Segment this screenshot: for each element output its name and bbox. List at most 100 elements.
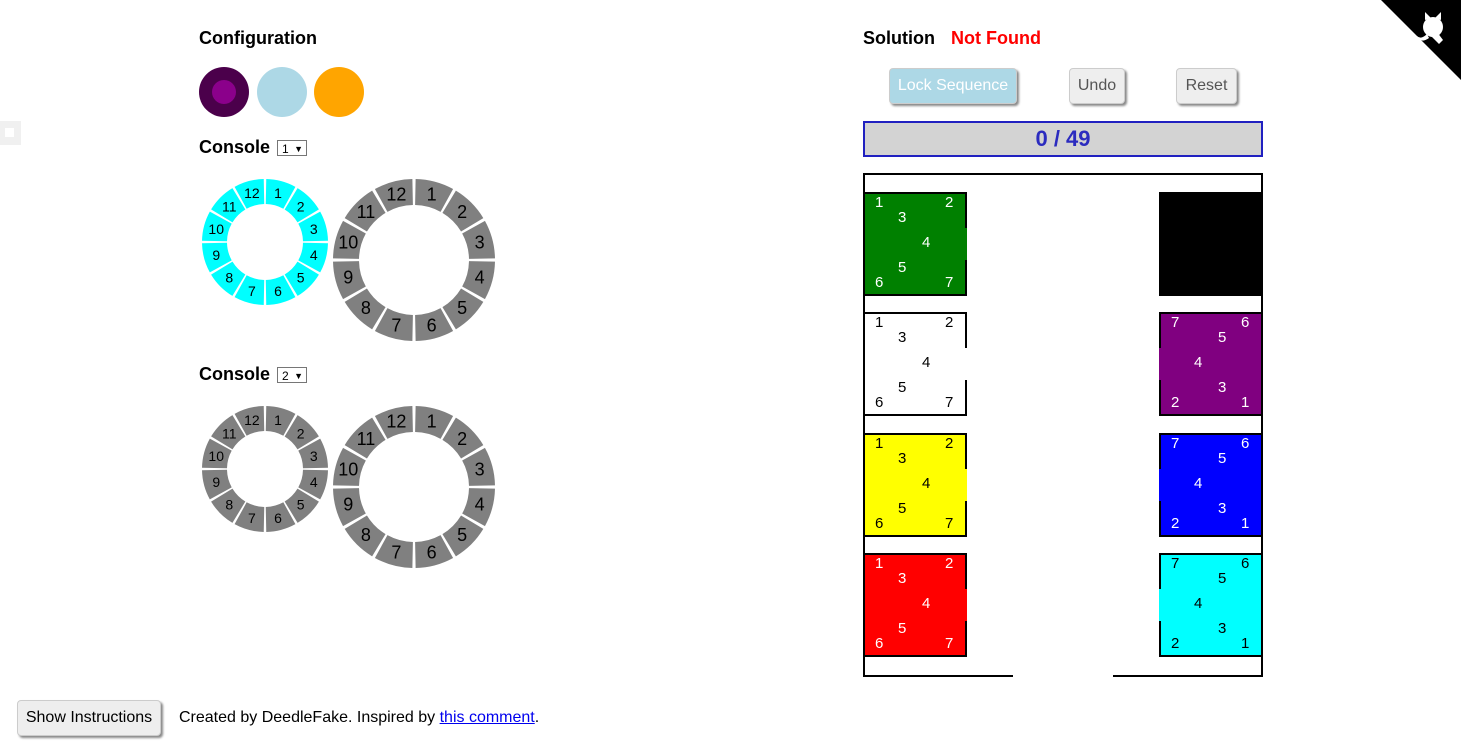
reset-button[interactable]: Reset xyxy=(1176,68,1237,104)
credit-text: Created by DeedleFake. Inspired by this … xyxy=(179,709,539,727)
undo-button[interactable]: Undo xyxy=(1069,68,1125,104)
pin-number: 6 xyxy=(875,394,884,411)
cell-door xyxy=(1159,348,1161,380)
pin-number: 3 xyxy=(898,329,907,346)
console-1-large-ring-label-2: 2 xyxy=(457,202,467,222)
pin-number: 5 xyxy=(1218,329,1227,346)
console-2-select[interactable]: 2 ▼ xyxy=(277,367,307,383)
pin-number: 2 xyxy=(945,314,954,331)
console-2-small-ring-label-6: 6 xyxy=(274,510,282,526)
pin-number: 7 xyxy=(945,394,954,411)
credit-label: Created by DeedleFake. Inspired by xyxy=(179,709,440,726)
console-1-small-ring-label-5: 5 xyxy=(297,270,305,286)
console-2-large-ring-label-7: 7 xyxy=(391,543,401,563)
pin-number: 2 xyxy=(945,555,954,572)
left-cell-3[interactable]: 1 2 3456 7 xyxy=(863,433,967,537)
swatch-lightblue[interactable] xyxy=(257,67,307,117)
pin-number: 3 xyxy=(898,209,907,226)
pin-number: 4 xyxy=(922,234,931,251)
console-2-rings: 123456789101112 123456789101112 xyxy=(202,406,495,568)
console-1-large-ring-label-12: 12 xyxy=(386,184,406,204)
pin-number: 7 xyxy=(1171,435,1180,452)
pin-number: 4 xyxy=(922,354,931,371)
console-1-small-ring-label-6: 6 xyxy=(274,283,282,299)
left-cell-2[interactable]: 1 2 3456 7 xyxy=(863,312,967,416)
pin-number: 2 xyxy=(945,194,954,211)
cell-door xyxy=(965,469,967,501)
console-1-select[interactable]: 1 ▼ xyxy=(277,140,307,156)
console-2-large-ring-label-11: 11 xyxy=(357,429,376,449)
pin-number: 1 xyxy=(875,314,884,331)
pin-number: 6 xyxy=(1241,314,1250,331)
console-1-large-ring-label-1: 1 xyxy=(427,184,437,204)
console-1-small-ring-label-2: 2 xyxy=(297,198,305,214)
swatch-purple[interactable] xyxy=(199,67,249,117)
console-1-large-ring-label-4: 4 xyxy=(475,268,485,288)
console-2-small-ring-label-5: 5 xyxy=(297,497,305,513)
solution-label: Solution xyxy=(863,28,935,48)
lock-sequence-button[interactable]: Lock Sequence xyxy=(889,68,1017,104)
console-1-large-ring-label-3: 3 xyxy=(475,232,485,252)
console-2-label: Console xyxy=(199,364,271,384)
dropdown-arrow-icon: ▼ xyxy=(294,371,303,381)
pin-number: 5 xyxy=(898,379,907,396)
dropdown-arrow-icon: ▼ xyxy=(294,144,303,154)
cell-door xyxy=(1159,469,1161,501)
cell-door xyxy=(965,228,967,260)
left-cell-4[interactable]: 1 2 3456 7 xyxy=(863,553,967,657)
right-cell-1[interactable] xyxy=(1159,192,1263,296)
console-1-small-ring-label-8: 8 xyxy=(225,270,233,286)
pin-number: 3 xyxy=(1218,500,1227,517)
console-2-large-ring-label-12: 12 xyxy=(386,411,406,431)
right-cell-2[interactable]: 7 6543 2 1 xyxy=(1159,312,1263,416)
pin-number: 2 xyxy=(945,435,954,452)
console-2-small-ring-label-2: 2 xyxy=(297,425,305,441)
pin-number: 5 xyxy=(898,620,907,637)
pin-number: 3 xyxy=(1218,620,1227,637)
right-cell-3[interactable]: 7 6543 2 1 xyxy=(1159,433,1263,537)
console-1-label: Console xyxy=(199,137,271,157)
solution-status: Not Found xyxy=(951,28,1041,48)
show-instructions-button[interactable]: Show Instructions xyxy=(17,700,161,736)
pin-number: 1 xyxy=(1241,394,1250,411)
cell-door xyxy=(965,348,967,380)
console-1-small-ring-label-3: 3 xyxy=(310,221,318,237)
console-2-small-ring-label-11: 11 xyxy=(222,425,237,441)
sequence-counter: 0 / 49 xyxy=(863,121,1263,157)
console-2-small-ring-label-7: 7 xyxy=(248,510,256,526)
pin-number: 4 xyxy=(922,475,931,492)
console-1-small-ring-label-10: 10 xyxy=(208,221,224,237)
cell-door xyxy=(965,589,967,621)
console-2-large-ring-label-5: 5 xyxy=(457,525,467,545)
github-corner-icon[interactable] xyxy=(1381,0,1461,80)
pin-number: 7 xyxy=(945,635,954,652)
pin-number: 6 xyxy=(875,515,884,532)
pin-number: 1 xyxy=(1241,515,1250,532)
comment-link[interactable]: this comment xyxy=(440,709,535,726)
console-1-small-ring-label-12: 12 xyxy=(244,185,260,201)
board-bottom-wall-left xyxy=(863,675,1013,677)
credit-period: . xyxy=(534,709,540,726)
console-1-select-value: 1 xyxy=(282,142,289,156)
console-1-small-ring-label-7: 7 xyxy=(248,283,256,299)
console-2-large-ring-label-4: 4 xyxy=(475,495,485,515)
pin-number: 7 xyxy=(945,515,954,532)
console-2-small-ring-label-8: 8 xyxy=(225,497,233,513)
pin-number: 7 xyxy=(1171,555,1180,572)
console-1-small-ring-label-1: 1 xyxy=(274,185,282,201)
swatch-orange[interactable] xyxy=(314,67,364,117)
right-cell-4[interactable]: 7 6543 2 1 xyxy=(1159,553,1263,657)
console-2-large-ring-label-9: 9 xyxy=(343,495,353,515)
side-tab[interactable] xyxy=(0,121,21,145)
console-2-large-ring-label-8: 8 xyxy=(361,525,371,545)
pin-number: 5 xyxy=(898,500,907,517)
console-2-small-ring-label-4: 4 xyxy=(310,474,318,490)
pin-number: 3 xyxy=(898,570,907,587)
console-2-small-ring-label-10: 10 xyxy=(208,448,224,464)
pin-number: 4 xyxy=(1194,475,1203,492)
left-cell-1[interactable]: 1 2 3456 7 xyxy=(863,192,967,296)
cell-door xyxy=(1159,589,1161,621)
pin-number: 1 xyxy=(875,435,884,452)
console-1-large-ring-label-7: 7 xyxy=(391,316,401,336)
pin-number: 3 xyxy=(898,450,907,467)
